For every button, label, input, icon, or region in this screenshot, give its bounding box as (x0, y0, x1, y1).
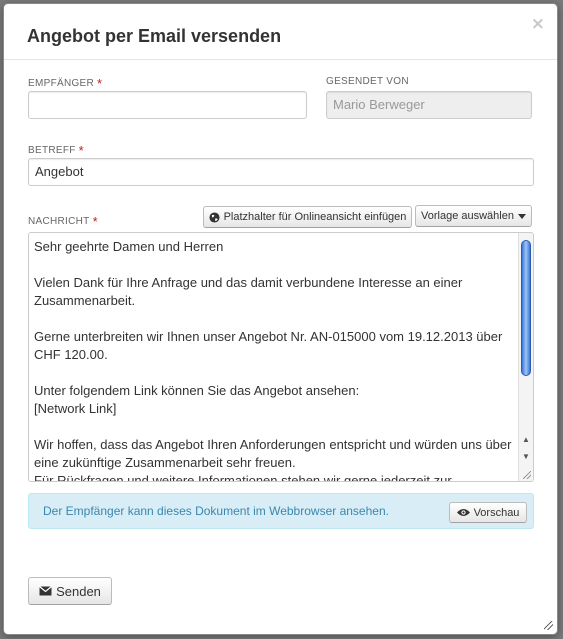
sender-label: GESENDET VON (326, 76, 409, 87)
send-button[interactable]: Senden (28, 577, 112, 605)
sender-field: Mario Berweger (326, 91, 532, 119)
required-marker: * (92, 214, 98, 229)
insert-placeholder-label: Platzhalter für Onlineansicht einfügen (223, 211, 407, 223)
scrollbar-thumb[interactable] (521, 240, 531, 376)
template-select-button[interactable]: Vorlage auswählen (415, 205, 532, 227)
textarea-resize-grip-icon[interactable] (523, 471, 531, 479)
insert-placeholder-button[interactable]: Platzhalter für Onlineansicht einfügen (203, 206, 412, 228)
subject-label: BETREFF * (28, 143, 85, 158)
message-textarea[interactable]: Sehr geehrte Damen und Herren Vielen Dan… (28, 232, 534, 482)
subject-input[interactable]: Angebot (28, 158, 534, 186)
dialog-header: Angebot per Email versenden × (4, 4, 557, 60)
preview-label: Vorschau (473, 506, 520, 519)
required-marker: * (78, 143, 85, 158)
template-select-label: Vorlage auswählen (421, 210, 514, 222)
dialog-title: Angebot per Email versenden (27, 26, 282, 46)
message-label: NACHRICHT * (28, 214, 98, 229)
scroll-down-icon[interactable]: ▼ (519, 450, 533, 464)
email-offer-dialog: Angebot per Email versenden × EMPFÄNGER *… (3, 3, 558, 635)
scroll-up-icon[interactable]: ▲ (519, 433, 533, 447)
close-icon[interactable]: × (531, 14, 545, 34)
message-scrollbar[interactable]: ▲ ▼ (518, 233, 533, 481)
preview-button[interactable]: Vorschau (449, 502, 527, 523)
recipient-input[interactable] (28, 91, 307, 119)
eye-icon (456, 508, 470, 517)
globe-icon (209, 211, 220, 223)
send-label: Senden (56, 583, 101, 599)
recipient-label: EMPFÄNGER * (28, 76, 103, 91)
required-marker: * (97, 76, 103, 91)
info-text: Der Empfänger kann dieses Dokument im We… (43, 504, 389, 518)
caret-down-icon (517, 213, 526, 219)
dialog-resize-grip-icon[interactable] (544, 621, 553, 630)
webbrowser-info-box: Der Empfänger kann dieses Dokument im We… (28, 493, 534, 529)
envelope-icon (39, 586, 52, 596)
message-text: Sehr geehrte Damen und Herren Vielen Dan… (34, 239, 512, 482)
